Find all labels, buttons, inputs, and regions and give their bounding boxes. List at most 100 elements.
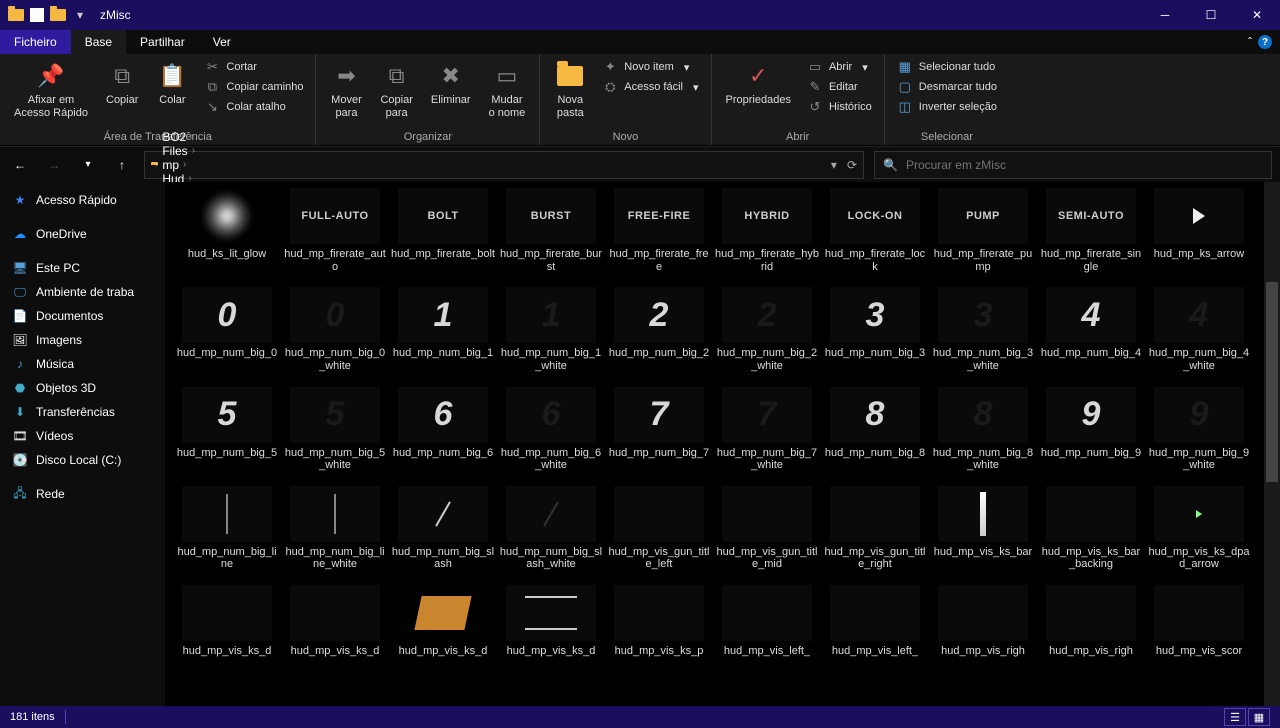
sidebar-music[interactable]: ♪Música	[0, 352, 165, 376]
file-item[interactable]: hud_mp_ks_arrow	[1147, 188, 1251, 283]
history-button[interactable]: ↺Histórico	[803, 98, 876, 116]
file-item[interactable]: 4hud_mp_num_big_4_white	[1147, 287, 1251, 382]
view-details-button[interactable]: ☰	[1224, 708, 1246, 726]
file-item[interactable]: hud_mp_vis_ks_d	[391, 585, 495, 668]
file-item[interactable]: hud_mp_vis_ks_d	[499, 585, 603, 668]
invert-selection-button[interactable]: ◫Inverter seleção	[893, 98, 1001, 116]
copy-to-button[interactable]: ⧉Copiar para	[374, 58, 418, 121]
file-item[interactable]: 8hud_mp_num_big_8	[823, 387, 927, 482]
file-item[interactable]: hud_mp_vis_ks_bar	[931, 486, 1035, 581]
file-item[interactable]: 4hud_mp_num_big_4	[1039, 287, 1143, 382]
file-item[interactable]: hud_mp_vis_left_	[715, 585, 819, 668]
maximize-button[interactable]: ☐	[1188, 0, 1234, 30]
file-item[interactable]: 5hud_mp_num_big_5_white	[283, 387, 387, 482]
file-item[interactable]: hud_mp_vis_scor	[1147, 585, 1251, 668]
file-item[interactable]: 0hud_mp_num_big_0	[175, 287, 279, 382]
qat-dropdown-icon[interactable]: ▾	[72, 7, 88, 23]
file-item[interactable]: hud_mp_vis_righ	[931, 585, 1035, 668]
open-button[interactable]: ▭Abrir▾	[803, 58, 876, 76]
file-item[interactable]: BOLThud_mp_firerate_bolt	[391, 188, 495, 283]
breadcrumb-segment[interactable]: Files ›	[162, 144, 200, 158]
up-button[interactable]: ↑	[110, 153, 134, 177]
view-icons-button[interactable]: ▦	[1248, 708, 1270, 726]
address-bar[interactable]: › BO2 ›Files ›mp ›Hud ›zMisc › ▾ ⟳	[144, 151, 864, 179]
copy-path-button[interactable]: ⧉Copiar caminho	[200, 78, 307, 96]
file-item[interactable]: 6hud_mp_num_big_6	[391, 387, 495, 482]
file-item[interactable]: hud_mp_num_big_line_white	[283, 486, 387, 581]
sidebar-videos[interactable]: 🎞Vídeos	[0, 424, 165, 448]
pin-quickaccess-button[interactable]: 📌Afixar em Acesso Rápido	[8, 58, 94, 121]
select-none-button[interactable]: ▢Desmarcar tudo	[893, 78, 1001, 96]
rename-button[interactable]: ▭Mudar o nome	[483, 58, 532, 121]
move-to-button[interactable]: ➡Mover para	[324, 58, 368, 121]
properties-button[interactable]: ✓Propriedades	[720, 58, 797, 109]
file-item[interactable]: hud_mp_vis_ks_p	[607, 585, 711, 668]
paste-shortcut-button[interactable]: ↘Colar atalho	[200, 98, 307, 116]
file-item[interactable]: FULL-AUTOhud_mp_firerate_auto	[283, 188, 387, 283]
file-item[interactable]: hud_mp_vis_ks_d	[283, 585, 387, 668]
file-item[interactable]: hud_mp_num_big_line	[175, 486, 279, 581]
ribbon-collapse-icon[interactable]: ˆ	[1248, 35, 1252, 49]
file-item[interactable]: hud_mp_vis_gun_title_left	[607, 486, 711, 581]
tab-share[interactable]: Partilhar	[126, 30, 199, 54]
file-item[interactable]: 9hud_mp_num_big_9_white	[1147, 387, 1251, 482]
file-item[interactable]: hud_mp_vis_ks_d	[175, 585, 279, 668]
paste-button[interactable]: 📋Colar	[150, 58, 194, 109]
tab-view[interactable]: Ver	[199, 30, 245, 54]
file-item[interactable]: 2hud_mp_num_big_2_white	[715, 287, 819, 382]
file-item[interactable]: 7hud_mp_num_big_7	[607, 387, 711, 482]
search-input[interactable]	[906, 158, 1263, 172]
qat-new-icon[interactable]	[50, 7, 66, 23]
edit-button[interactable]: ✎Editar	[803, 78, 876, 96]
cut-button[interactable]: ✂Cortar	[200, 58, 307, 76]
select-all-button[interactable]: ▦Selecionar tudo	[893, 58, 1001, 76]
tab-file[interactable]: Ficheiro	[0, 30, 71, 54]
file-item[interactable]: 9hud_mp_num_big_9	[1039, 387, 1143, 482]
file-item[interactable]: 6hud_mp_num_big_6_white	[499, 387, 603, 482]
sidebar-quick-access[interactable]: ★Acesso Rápido	[0, 188, 165, 212]
file-item[interactable]: SEMI-AUTOhud_mp_firerate_single	[1039, 188, 1143, 283]
qat-properties-icon[interactable]	[30, 8, 44, 22]
file-item[interactable]: FREE-FIREhud_mp_firerate_free	[607, 188, 711, 283]
help-icon[interactable]: ?	[1258, 35, 1272, 49]
file-item[interactable]: hud_mp_vis_gun_title_mid	[715, 486, 819, 581]
delete-button[interactable]: ✖Eliminar	[425, 58, 477, 109]
file-item[interactable]: hud_mp_num_big_slash_white	[499, 486, 603, 581]
scrollbar-track[interactable]	[1264, 182, 1280, 706]
sidebar-documents[interactable]: 📄Documentos	[0, 304, 165, 328]
new-folder-button[interactable]: Nova pasta	[548, 58, 592, 121]
file-item[interactable]: 3hud_mp_num_big_3	[823, 287, 927, 382]
refresh-button[interactable]: ⟳	[847, 158, 857, 172]
sidebar-downloads[interactable]: ⬇Transferências	[0, 400, 165, 424]
breadcrumb-segment[interactable]: mp ›	[162, 158, 200, 172]
forward-button[interactable]: →	[42, 153, 66, 177]
sidebar-pictures[interactable]: 🖼Imagens	[0, 328, 165, 352]
file-item[interactable]: PUMPhud_mp_firerate_pump	[931, 188, 1035, 283]
file-item[interactable]: 0hud_mp_num_big_0_white	[283, 287, 387, 382]
recent-dropdown[interactable]: ▾	[76, 153, 100, 177]
file-item[interactable]: 2hud_mp_num_big_2	[607, 287, 711, 382]
back-button[interactable]: ←	[8, 153, 32, 177]
file-item[interactable]: hud_mp_vis_ks_bar_backing	[1039, 486, 1143, 581]
sidebar-3dobjects[interactable]: ⬣Objetos 3D	[0, 376, 165, 400]
scrollbar-thumb[interactable]	[1266, 282, 1278, 482]
file-item[interactable]: hud_ks_lit_glow	[175, 188, 279, 283]
file-item[interactable]: 7hud_mp_num_big_7_white	[715, 387, 819, 482]
file-item[interactable]: LOCK-ONhud_mp_firerate_lock	[823, 188, 927, 283]
file-item[interactable]: 3hud_mp_num_big_3_white	[931, 287, 1035, 382]
file-item[interactable]: hud_mp_vis_ks_dpad_arrow	[1147, 486, 1251, 581]
file-item[interactable]: hud_mp_num_big_slash	[391, 486, 495, 581]
search-box[interactable]: 🔍	[874, 151, 1272, 179]
file-item[interactable]: hud_mp_vis_left_	[823, 585, 927, 668]
file-item[interactable]: hud_mp_vis_righ	[1039, 585, 1143, 668]
file-item[interactable]: 1hud_mp_num_big_1_white	[499, 287, 603, 382]
copy-button[interactable]: ⧉Copiar	[100, 58, 144, 109]
file-item[interactable]: HYBRIDhud_mp_firerate_hybrid	[715, 188, 819, 283]
easy-access-button[interactable]: ⛭Acesso fácil▾	[598, 78, 702, 96]
file-item[interactable]: 1hud_mp_num_big_1	[391, 287, 495, 382]
sidebar-onedrive[interactable]: ☁OneDrive	[0, 222, 165, 246]
sidebar-network[interactable]: 🖧Rede	[0, 482, 165, 506]
close-button[interactable]: ✕	[1234, 0, 1280, 30]
tab-home[interactable]: Base	[71, 30, 126, 54]
breadcrumb-segment[interactable]: BO2 ›	[162, 130, 200, 144]
